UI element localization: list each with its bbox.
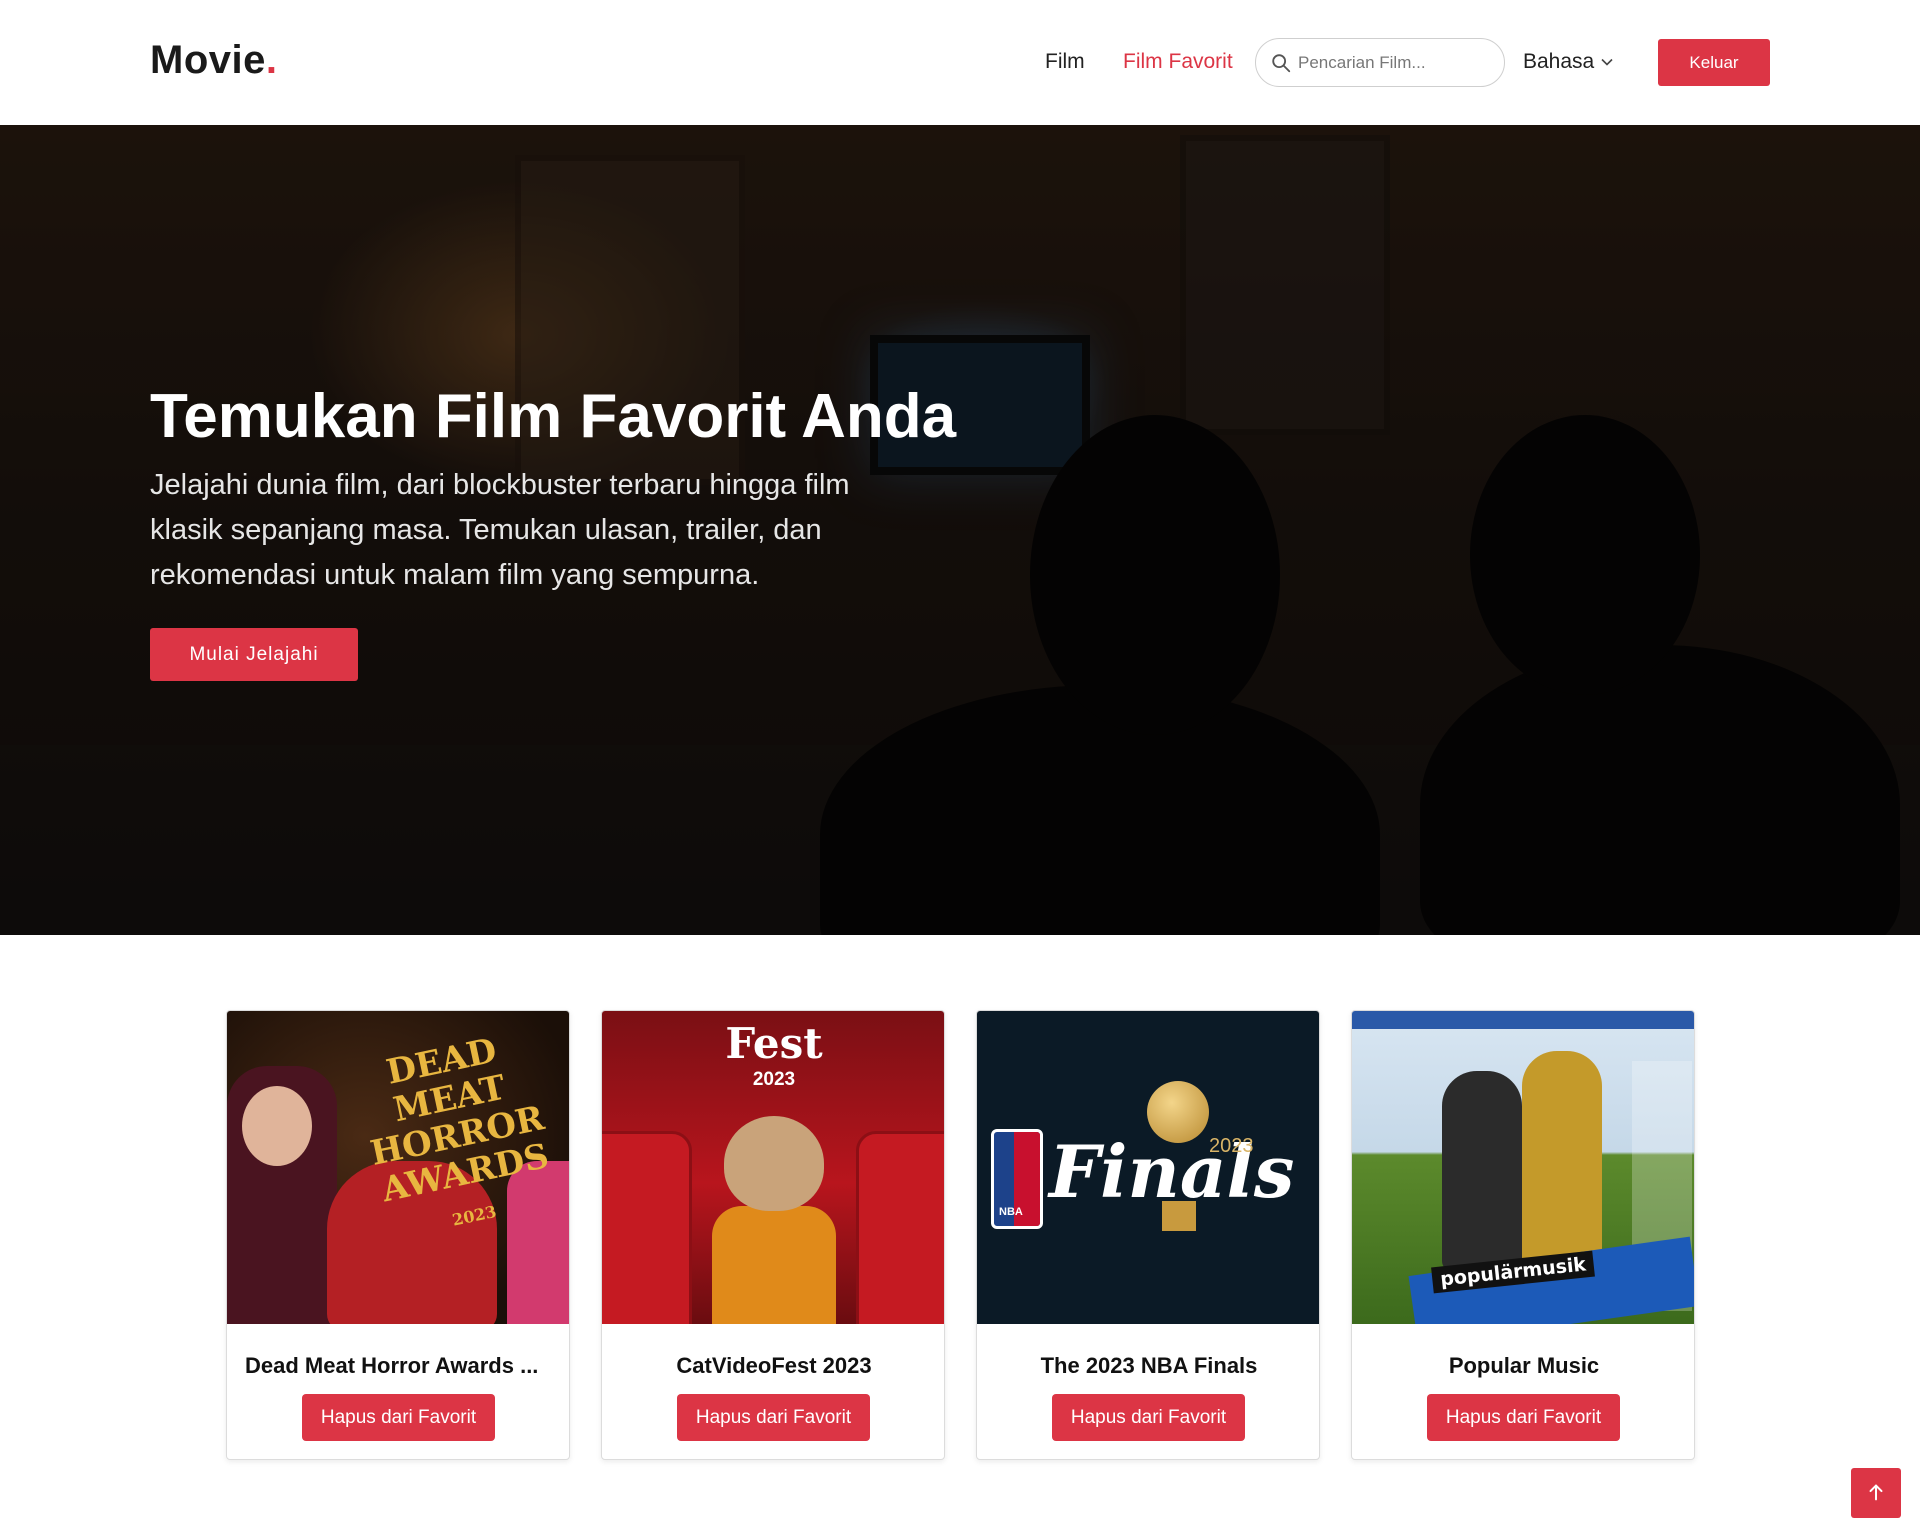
favorite-card: DEAD MEAT HORROR AWARDS 2023 Dead Meat H… — [226, 1010, 570, 1460]
nav-film-favorit[interactable]: Film Favorit — [1123, 50, 1233, 74]
movie-poster[interactable]: NBA Finals 2023 — [977, 1011, 1319, 1324]
poster-stripe — [1352, 1011, 1694, 1029]
site-header: Movie. Film Film Favorit Bahasa Keluar — [0, 0, 1920, 125]
poster-seat — [856, 1131, 944, 1324]
nba-logo: NBA — [991, 1129, 1043, 1229]
poster-year: 2023 — [752, 1069, 796, 1090]
poster-figure — [227, 1066, 337, 1324]
site-logo[interactable]: Movie. — [150, 38, 277, 83]
search-box[interactable] — [1255, 38, 1505, 87]
movie-title[interactable]: Dead Meat Horror Awards ... — [227, 1353, 569, 1379]
poster-figure — [1522, 1051, 1602, 1271]
favorite-card: Fest 2023 CatVideoFest 2023 Hapus dari F… — [601, 1010, 945, 1460]
nav-film[interactable]: Film — [1045, 50, 1085, 74]
logo-text: Movie — [150, 38, 266, 82]
remove-favorite-button[interactable]: Hapus dari Favorit — [1052, 1394, 1245, 1441]
remove-favorite-button[interactable]: Hapus dari Favorit — [677, 1394, 870, 1441]
language-label: Bahasa — [1523, 50, 1595, 73]
hero-title: Temukan Film Favorit Anda — [150, 382, 957, 451]
movie-poster[interactable]: Fest 2023 — [602, 1011, 944, 1324]
logout-button[interactable]: Keluar — [1658, 39, 1770, 86]
arrow-up-icon — [1869, 1484, 1883, 1500]
hero-description: Jelajahi dunia film, dari blockbuster te… — [150, 469, 850, 591]
language-dropdown[interactable]: Bahasa — [1523, 50, 1614, 74]
poster-title-art: Fest — [725, 1019, 823, 1068]
remove-favorite-button[interactable]: Hapus dari Favorit — [302, 1394, 495, 1441]
poster-face — [242, 1086, 312, 1166]
poster-figure — [1442, 1071, 1522, 1271]
poster-year: 2023 — [1209, 1135, 1254, 1157]
poster-title-art: DEAD MEAT HORROR AWARDS 2023 — [367, 1030, 553, 1230]
movie-poster[interactable]: DEAD MEAT HORROR AWARDS 2023 — [227, 1011, 569, 1324]
poster-cat-coat — [712, 1206, 836, 1324]
logo-dot: . — [265, 38, 278, 82]
favorite-card: NBA Finals 2023 The 2023 NBA Finals Hapu… — [976, 1010, 1320, 1460]
movie-title[interactable]: The 2023 NBA Finals — [977, 1353, 1319, 1379]
movie-poster[interactable]: populärmusik — [1352, 1011, 1694, 1324]
remove-favorite-button[interactable]: Hapus dari Favorit — [1427, 1394, 1620, 1441]
hero-banner: Temukan Film Favorit Anda Jelajahi dunia… — [0, 125, 1920, 935]
poster-seat — [602, 1131, 692, 1324]
poster-title-art: Finals — [1049, 1129, 1295, 1214]
search-icon — [1272, 54, 1291, 73]
poster-cat — [724, 1116, 824, 1211]
explore-button[interactable]: Mulai Jelajahi — [150, 628, 358, 681]
favorite-card: populärmusik Popular Music Hapus dari Fa… — [1351, 1010, 1695, 1460]
back-to-top-button[interactable] — [1851, 1468, 1901, 1518]
chevron-down-icon — [1601, 58, 1613, 66]
movie-title[interactable]: CatVideoFest 2023 — [602, 1353, 944, 1379]
search-input[interactable] — [1298, 47, 1493, 79]
movie-title[interactable]: Popular Music — [1352, 1353, 1694, 1379]
